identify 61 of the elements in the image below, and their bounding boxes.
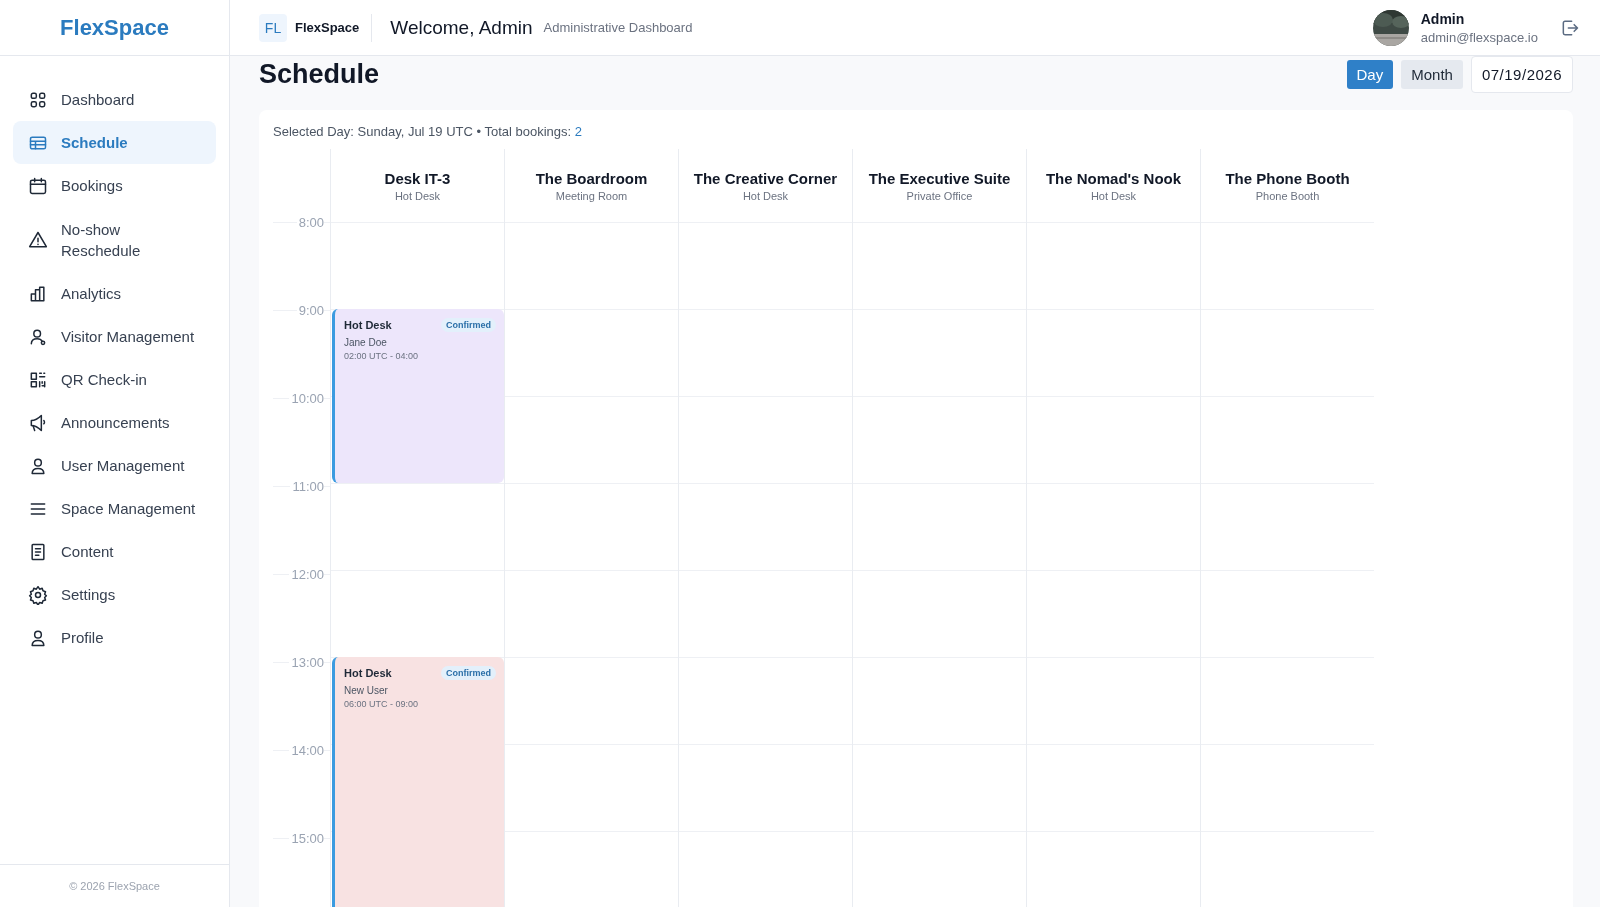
room-name: The Boardroom — [535, 169, 648, 187]
room-type: Hot Desk — [742, 189, 789, 202]
booking-person: Jane Doe — [344, 337, 387, 348]
header-subtitle: Administrative Dashboard — [543, 20, 693, 35]
sidebar-item[interactable]: Dashboard — [13, 78, 216, 121]
copyright-text: © 2026 FlexSpace — [69, 880, 160, 892]
sidebar-item[interactable]: Profile — [13, 616, 216, 659]
room-name: Desk IT-3 — [384, 169, 451, 187]
booking-person: New User — [344, 685, 388, 696]
warning-icon — [28, 229, 48, 250]
sidebar-item[interactable]: Analytics — [13, 272, 216, 315]
room-type: Hot Desk — [394, 189, 441, 202]
sidebar-item[interactable]: User Management — [13, 444, 216, 487]
page-title: Schedule — [259, 58, 380, 90]
booking-time: 06:00 UTC - 09:00 — [344, 699, 419, 709]
summary-text: Selected Day: Sunday, Jul 19 UTC • Total bookings: 2 — [273, 124, 584, 139]
booking-card[interactable]: Hot Desk Confirmed Jane Doe 02:00 UTC - 04:00 — [332, 309, 504, 483]
booking-card[interactable]: Hot Desk Confirmed New User 06:00 UTC - 09:00 — [332, 657, 504, 907]
status-badge: Confirmed — [441, 318, 496, 332]
hour-label: 13:00 — [289, 655, 324, 670]
sidebar-item[interactable]: QR Check-in — [13, 358, 216, 401]
room-type: Meeting Room — [555, 189, 628, 202]
booking-title: Hot Desk — [344, 667, 392, 679]
hour-label: 9:00 — [296, 303, 324, 318]
date-field[interactable]: 07/19/2026 — [1470, 56, 1573, 93]
hour-label: 14:00 — [289, 743, 324, 758]
room-name: The Phone Booth — [1225, 169, 1350, 187]
view-toggle-button[interactable]: Month — [1401, 60, 1463, 89]
hour-label: 10:00 — [289, 391, 324, 406]
hour-label: 12:00 — [289, 567, 324, 582]
hour-label: 8:00 — [296, 215, 324, 230]
room-type: Private Office — [906, 189, 973, 202]
app-logo: FlexSpace — [60, 14, 169, 41]
megaphone-icon — [28, 412, 48, 433]
org-name: FlexSpace — [295, 20, 360, 35]
org-badge: FL — [259, 13, 287, 42]
hour-label: 15:00 — [289, 831, 324, 846]
document-icon — [28, 541, 48, 562]
user-email: admin@flexspace.io — [1420, 29, 1538, 45]
user-name: Admin — [1420, 10, 1466, 27]
sidebar-item[interactable]: Content — [13, 530, 216, 573]
view-toggle-button[interactable]: Day — [1346, 60, 1394, 89]
sidebar-item[interactable]: No-show Reschedule — [13, 207, 216, 272]
room-name: The Creative Corner — [693, 169, 838, 187]
room-name: The Nomad's Nook — [1045, 169, 1182, 187]
sidebar-item[interactable]: Announcements — [13, 401, 216, 444]
hour-label: 11:00 — [290, 479, 324, 494]
sidebar-item[interactable]: Bookings — [13, 164, 216, 207]
sidebar-item[interactable]: Schedule — [13, 121, 216, 164]
settings-icon — [28, 584, 48, 605]
sidebar-item[interactable]: Space Management — [13, 487, 216, 530]
booking-time: 02:00 UTC - 04:00 — [344, 351, 419, 361]
calendar-icon — [28, 175, 48, 196]
status-badge: Confirmed — [441, 666, 496, 680]
booking-title: Hot Desk — [344, 319, 392, 331]
room-name: The Executive Suite — [868, 169, 1011, 187]
sidebar-item[interactable]: Settings — [13, 573, 216, 616]
sidebar-item[interactable]: Visitor Management — [13, 315, 216, 358]
room-type: Hot Desk — [1090, 189, 1137, 202]
welcome-title: Welcome, Admin — [390, 16, 533, 39]
room-type: Phone Booth — [1255, 189, 1320, 202]
